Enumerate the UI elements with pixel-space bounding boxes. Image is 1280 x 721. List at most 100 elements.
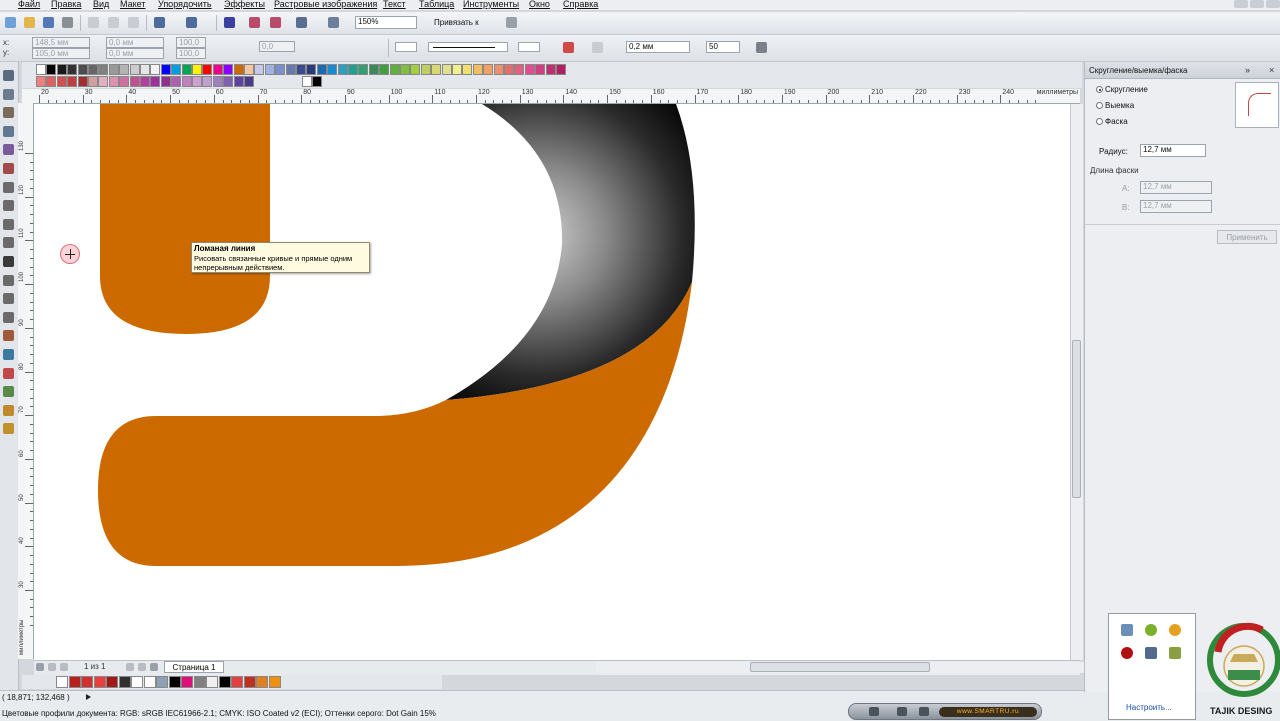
line-style-select[interactable] xyxy=(428,42,508,52)
document-palette-swatch[interactable] xyxy=(56,676,68,688)
close-button[interactable] xyxy=(1266,0,1280,8)
palette-swatch[interactable] xyxy=(493,64,504,75)
smart-fill-tool-icon[interactable] xyxy=(3,163,14,174)
export-icon[interactable] xyxy=(270,17,281,28)
palette-swatch[interactable] xyxy=(348,64,358,75)
palette-swatch[interactable] xyxy=(46,76,57,87)
palette-swatch[interactable] xyxy=(171,64,182,75)
forward-icon[interactable] xyxy=(919,707,929,716)
document-palette-swatch[interactable] xyxy=(131,676,143,688)
bounding-box-icon[interactable] xyxy=(756,42,767,53)
chamfer-a-field[interactable]: 12,7 мм xyxy=(1140,181,1212,194)
palette-swatch[interactable] xyxy=(56,64,67,75)
freehand-smoothing-field[interactable]: 50 xyxy=(706,41,740,53)
pick-tool-icon[interactable] xyxy=(3,70,14,81)
palette-swatch[interactable] xyxy=(254,64,265,75)
menu-arrange[interactable]: Упорядочить xyxy=(158,0,212,9)
palette-swatch[interactable] xyxy=(36,76,46,87)
radio-chamfer[interactable] xyxy=(1096,118,1103,125)
tray-network-icon[interactable] xyxy=(1145,647,1157,659)
palette-swatch[interactable] xyxy=(98,76,109,87)
palette-swatch[interactable] xyxy=(88,64,98,75)
position-x-field[interactable]: 148,5 мм xyxy=(32,37,90,48)
document-palette-swatch[interactable] xyxy=(193,676,206,688)
cut-icon[interactable] xyxy=(88,17,99,28)
document-palette-swatch[interactable] xyxy=(81,676,93,688)
radio-scallop[interactable] xyxy=(1096,102,1103,109)
horizontal-ruler[interactable]: миллиметры 20 30 40 50 60 70 80 90 100 110 120 130 1… xyxy=(22,89,1080,104)
palette-swatch[interactable] xyxy=(181,76,192,87)
restore-button[interactable] xyxy=(1250,0,1264,8)
palette-swatch[interactable] xyxy=(56,76,67,87)
palette-swatch[interactable] xyxy=(420,64,431,75)
palette-swatch[interactable] xyxy=(244,76,254,87)
palette-swatch[interactable] xyxy=(160,64,171,75)
rotation-angle-field[interactable]: 0,0 xyxy=(259,41,295,52)
palette-swatch[interactable] xyxy=(108,76,119,87)
scale-height-field[interactable]: 100,0 xyxy=(176,48,206,59)
docker-expand-icon[interactable]: » xyxy=(1245,65,1250,75)
horizontal-scrollbar[interactable] xyxy=(596,662,1104,673)
document-palette-swatch[interactable] xyxy=(256,676,268,688)
palette-swatch[interactable] xyxy=(556,64,566,75)
zoom-tool-icon[interactable] xyxy=(3,125,14,137)
palette-swatch[interactable] xyxy=(171,76,182,87)
pause-icon[interactable] xyxy=(897,707,907,716)
palette-swatch[interactable] xyxy=(192,64,202,75)
paste-icon[interactable] xyxy=(128,17,139,28)
save-icon[interactable] xyxy=(43,17,54,28)
palette-swatch[interactable] xyxy=(431,64,442,75)
polygon-tool-icon[interactable] xyxy=(3,218,14,230)
palette-swatch[interactable] xyxy=(504,64,514,75)
palette-swatch[interactable] xyxy=(452,64,462,75)
palette-swatch[interactable] xyxy=(535,64,546,75)
palette-swatch[interactable] xyxy=(483,64,494,75)
eyedropper-tool-icon[interactable] xyxy=(3,367,14,379)
transparency-tool-icon[interactable] xyxy=(3,349,14,360)
document-palette-swatch[interactable] xyxy=(156,676,168,688)
blend-tool-icon[interactable] xyxy=(3,330,14,342)
palette-swatch[interactable] xyxy=(119,64,130,75)
menu-table[interactable]: Таблица xyxy=(419,0,454,9)
radio-round[interactable] xyxy=(1096,86,1103,93)
minimize-button[interactable] xyxy=(1234,0,1248,8)
page-last-icon[interactable] xyxy=(138,663,146,671)
palette-swatch[interactable] xyxy=(327,64,338,75)
table-tool-icon[interactable] xyxy=(3,274,14,286)
palette-swatch[interactable] xyxy=(441,64,452,75)
palette-swatch[interactable] xyxy=(212,64,223,75)
vertical-scrollbar[interactable] xyxy=(1070,104,1083,660)
ellipse-tool-icon[interactable] xyxy=(3,200,14,212)
palette-swatch[interactable] xyxy=(514,64,525,75)
text-tool-icon[interactable] xyxy=(3,256,14,267)
scale-width-field[interactable]: 100,0 xyxy=(176,37,206,48)
tray-customize-link[interactable]: Настроить... xyxy=(1126,703,1172,712)
palette-swatch[interactable] xyxy=(77,64,88,75)
palette-swatch[interactable] xyxy=(233,64,244,75)
zoom-level-select[interactable]: 150% xyxy=(355,16,417,29)
palette-swatch[interactable] xyxy=(368,64,379,75)
document-palette-swatch[interactable] xyxy=(218,676,231,688)
palette-swatch[interactable] xyxy=(264,64,275,75)
menu-view[interactable]: Вид xyxy=(93,0,109,9)
palette-swatch[interactable] xyxy=(400,64,410,75)
document-palette-swatch[interactable] xyxy=(181,676,193,688)
options-icon[interactable] xyxy=(506,17,517,28)
palette-swatch[interactable] xyxy=(316,64,327,75)
interactive-fill-tool-icon[interactable] xyxy=(3,423,14,435)
document-palette-swatch[interactable] xyxy=(231,676,243,688)
crop-tool-icon[interactable] xyxy=(3,107,14,119)
snap-to-menu[interactable]: Привязать к xyxy=(434,18,479,27)
palette-swatch[interactable] xyxy=(285,64,296,75)
play-icon[interactable] xyxy=(86,694,91,700)
basic-shapes-tool-icon[interactable] xyxy=(3,237,14,249)
palette-swatch[interactable] xyxy=(108,64,119,75)
palette-swatch[interactable] xyxy=(36,64,46,75)
document-palette-swatch[interactable] xyxy=(118,676,131,688)
dimension-tool-icon[interactable] xyxy=(3,293,14,305)
palette-swatch[interactable] xyxy=(77,76,88,87)
docker-close-icon[interactable]: × xyxy=(1269,65,1274,75)
tray-sync-icon[interactable] xyxy=(1145,624,1157,636)
print-icon[interactable] xyxy=(62,17,73,28)
outline-width-select[interactable]: 0,2 мм xyxy=(626,41,690,53)
